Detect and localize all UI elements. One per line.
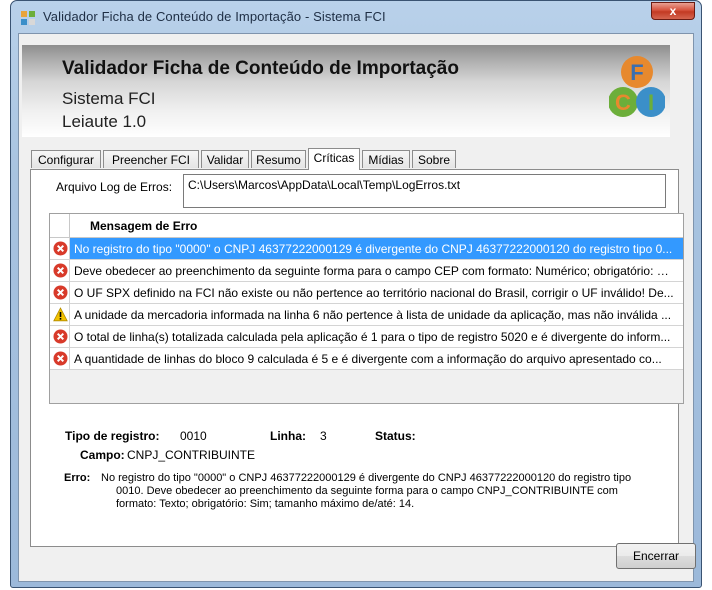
erro-label: Erro: [64, 472, 91, 484]
campo-value: CNPJ_CONTRIBUINTE [127, 448, 256, 462]
error-message: No registro do tipo "0000" o CNPJ 463772… [74, 242, 673, 256]
row-header-cell [50, 282, 70, 303]
error-icon [53, 263, 68, 278]
grid-corner-cell [50, 214, 70, 237]
error-message: A quantidade de linhas do bloco 9 calcul… [74, 352, 662, 366]
table-row[interactable]: Deve obedecer ao preenchimento da seguin… [50, 260, 683, 282]
table-row[interactable]: A quantidade de linhas do bloco 9 calcul… [50, 348, 683, 370]
window-title: Validador Ficha de Conteúdo de Importaçã… [43, 9, 386, 24]
tab-criticas[interactable]: Críticas [308, 148, 360, 170]
error-icon [53, 241, 68, 256]
erro-line: 0010. Deve obedecer ao preenchimento da … [116, 485, 618, 497]
tab-resumo[interactable]: Resumo [251, 150, 306, 168]
warning-icon [53, 307, 68, 322]
erro-line: No registro do tipo "0000" o CNPJ 463772… [101, 472, 632, 484]
tab-midias[interactable]: Mídias [362, 150, 410, 168]
row-header-cell [50, 238, 70, 259]
tab-preencher-fci[interactable]: Preencher FCI [103, 150, 199, 168]
logo-letter-c: C [615, 90, 631, 115]
erro-line: formato: Texto; obrigatório: Sim; tamanh… [116, 498, 415, 510]
tab-validar[interactable]: Validar [201, 150, 249, 168]
error-message: O total de linha(s) totalizada calculada… [74, 330, 671, 344]
logo-letter-i: I [648, 90, 654, 115]
fci-logo: F C I [609, 56, 665, 117]
column-header-mensagem[interactable]: Mensagem de Erro [90, 219, 197, 233]
row-header-cell [50, 304, 70, 325]
error-grid: Mensagem de Erro No registro do tipo "00… [49, 213, 684, 404]
row-header-cell [50, 348, 70, 369]
app-header: Validador Ficha de Conteúdo de Importaçã… [22, 45, 670, 137]
tab-sobre[interactable]: Sobre [412, 150, 456, 168]
status-label: Status: [375, 429, 416, 443]
grid-header: Mensagem de Erro [50, 214, 683, 238]
error-message: Deve obedecer ao preenchimento da seguin… [74, 264, 674, 278]
close-window-button[interactable]: x [651, 2, 695, 20]
title-bar[interactable]: Validador Ficha de Conteúdo de Importaçã… [11, 1, 701, 33]
table-row[interactable]: A unidade da mercadoria informada na lin… [50, 304, 683, 326]
tab-configurar[interactable]: Configurar [31, 150, 101, 168]
table-row[interactable]: No registro do tipo "0000" o CNPJ 463772… [50, 238, 683, 260]
encerrar-button[interactable]: Encerrar [616, 543, 696, 569]
error-message: A unidade da mercadoria informada na lin… [74, 308, 672, 322]
table-row[interactable]: O total de linha(s) totalizada calculada… [50, 326, 683, 348]
logo-letter-f: F [630, 60, 643, 85]
row-header-cell [50, 326, 70, 347]
linha-value: 3 [320, 429, 327, 443]
table-row[interactable]: O UF SPX definido na FCI não existe ou n… [50, 282, 683, 304]
error-icon [53, 329, 68, 344]
log-file-path-field[interactable]: C:\Users\Marcos\AppData\Local\Temp\LogEr… [183, 174, 666, 208]
row-header-cell [50, 260, 70, 281]
campo-label: Campo: [80, 448, 125, 462]
layout-version: Leiaute 1.0 [62, 112, 147, 131]
log-file-label: Arquivo Log de Erros: [56, 180, 173, 194]
error-message: O UF SPX definido na FCI não existe ou n… [74, 286, 674, 300]
app-subtitle: Sistema FCI [62, 89, 156, 108]
tipo-registro-label: Tipo de registro: [65, 429, 160, 443]
app-title: Validador Ficha de Conteúdo de Importaçã… [62, 58, 459, 79]
error-icon [53, 285, 68, 300]
error-icon [53, 351, 68, 366]
tipo-registro-value: 0010 [180, 429, 207, 443]
app-icon [21, 11, 35, 25]
linha-label: Linha: [270, 429, 306, 443]
